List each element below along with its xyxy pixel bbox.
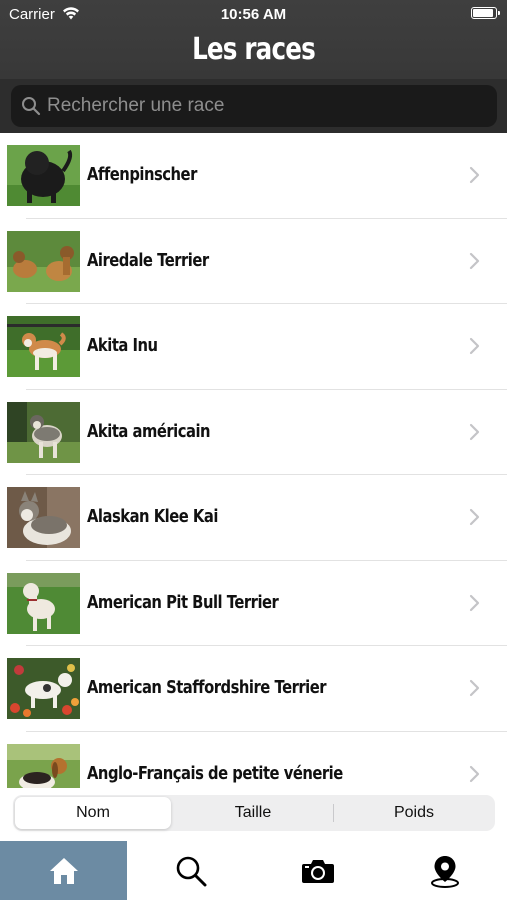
chevron-right-icon bbox=[468, 252, 480, 270]
chevron-right-icon bbox=[468, 765, 480, 783]
list-item[interactable]: Affenpinscher bbox=[0, 133, 507, 219]
sort-option-taille[interactable]: Taille bbox=[174, 797, 332, 829]
search-input[interactable] bbox=[47, 85, 487, 127]
breed-name: Alaskan Klee Kai bbox=[87, 506, 218, 527]
segment-divider bbox=[333, 804, 334, 822]
page-title: Les races bbox=[192, 32, 316, 67]
dog-photo bbox=[7, 230, 80, 292]
list-item[interactable]: Akita américain bbox=[0, 390, 507, 476]
list-item[interactable]: Akita Inu bbox=[0, 304, 507, 390]
chevron-right-icon bbox=[468, 337, 480, 355]
dog-photo bbox=[7, 743, 80, 788]
sort-segmented-control: Nom Taille Poids bbox=[13, 795, 495, 831]
tab-bar bbox=[0, 841, 507, 900]
sort-option-poids[interactable]: Poids bbox=[335, 797, 493, 829]
dog-photo bbox=[7, 145, 80, 206]
tab-map[interactable] bbox=[381, 841, 507, 900]
dog-photo bbox=[7, 316, 80, 377]
clock: 10:56 AM bbox=[220, 6, 287, 23]
breed-name: Anglo-Français de petite vénerie bbox=[87, 762, 343, 784]
search-icon bbox=[21, 96, 41, 116]
status-bar: Carrier 10:56 AM bbox=[0, 0, 507, 26]
chevron-right-icon bbox=[468, 594, 480, 612]
tab-search[interactable] bbox=[127, 841, 254, 900]
list-item[interactable]: Airedale Terrier bbox=[0, 219, 507, 305]
search-field[interactable] bbox=[11, 85, 497, 127]
breed-name: American Pit Bull Terrier bbox=[87, 591, 279, 613]
breed-name: American Staffordshire Terrier bbox=[87, 677, 327, 698]
chevron-right-icon bbox=[468, 508, 480, 526]
list-item[interactable]: Anglo-Français de petite vénerie bbox=[0, 732, 507, 788]
dog-photo bbox=[7, 487, 80, 548]
sort-bar: Nom Taille Poids bbox=[0, 788, 507, 841]
sort-option-nom[interactable]: Nom bbox=[15, 797, 171, 829]
breed-list: Affenpinscher Airedale Terrier Akita Inu… bbox=[0, 133, 507, 788]
list-item[interactable]: Alaskan Klee Kai bbox=[0, 475, 507, 561]
dog-photo bbox=[7, 572, 80, 634]
list-item[interactable]: American Staffordshire Terrier bbox=[0, 646, 507, 732]
chevron-right-icon bbox=[468, 166, 480, 184]
dog-photo bbox=[7, 401, 80, 463]
chevron-right-icon bbox=[468, 423, 480, 441]
list-item[interactable]: American Pit Bull Terrier bbox=[0, 561, 507, 647]
dog-photo bbox=[7, 658, 80, 719]
breed-name: Akita américain bbox=[87, 420, 211, 442]
search-bar bbox=[0, 79, 507, 133]
breed-name: Affenpinscher bbox=[87, 164, 197, 185]
header: Carrier 10:56 AM Les races bbox=[0, 0, 507, 133]
chevron-right-icon bbox=[468, 679, 480, 697]
breed-name: Akita Inu bbox=[87, 335, 158, 356]
tab-camera[interactable] bbox=[254, 841, 381, 900]
battery-icon bbox=[471, 7, 500, 19]
battery-level bbox=[473, 9, 493, 17]
breed-name: Airedale Terrier bbox=[87, 249, 209, 271]
tab-home[interactable] bbox=[0, 841, 127, 900]
